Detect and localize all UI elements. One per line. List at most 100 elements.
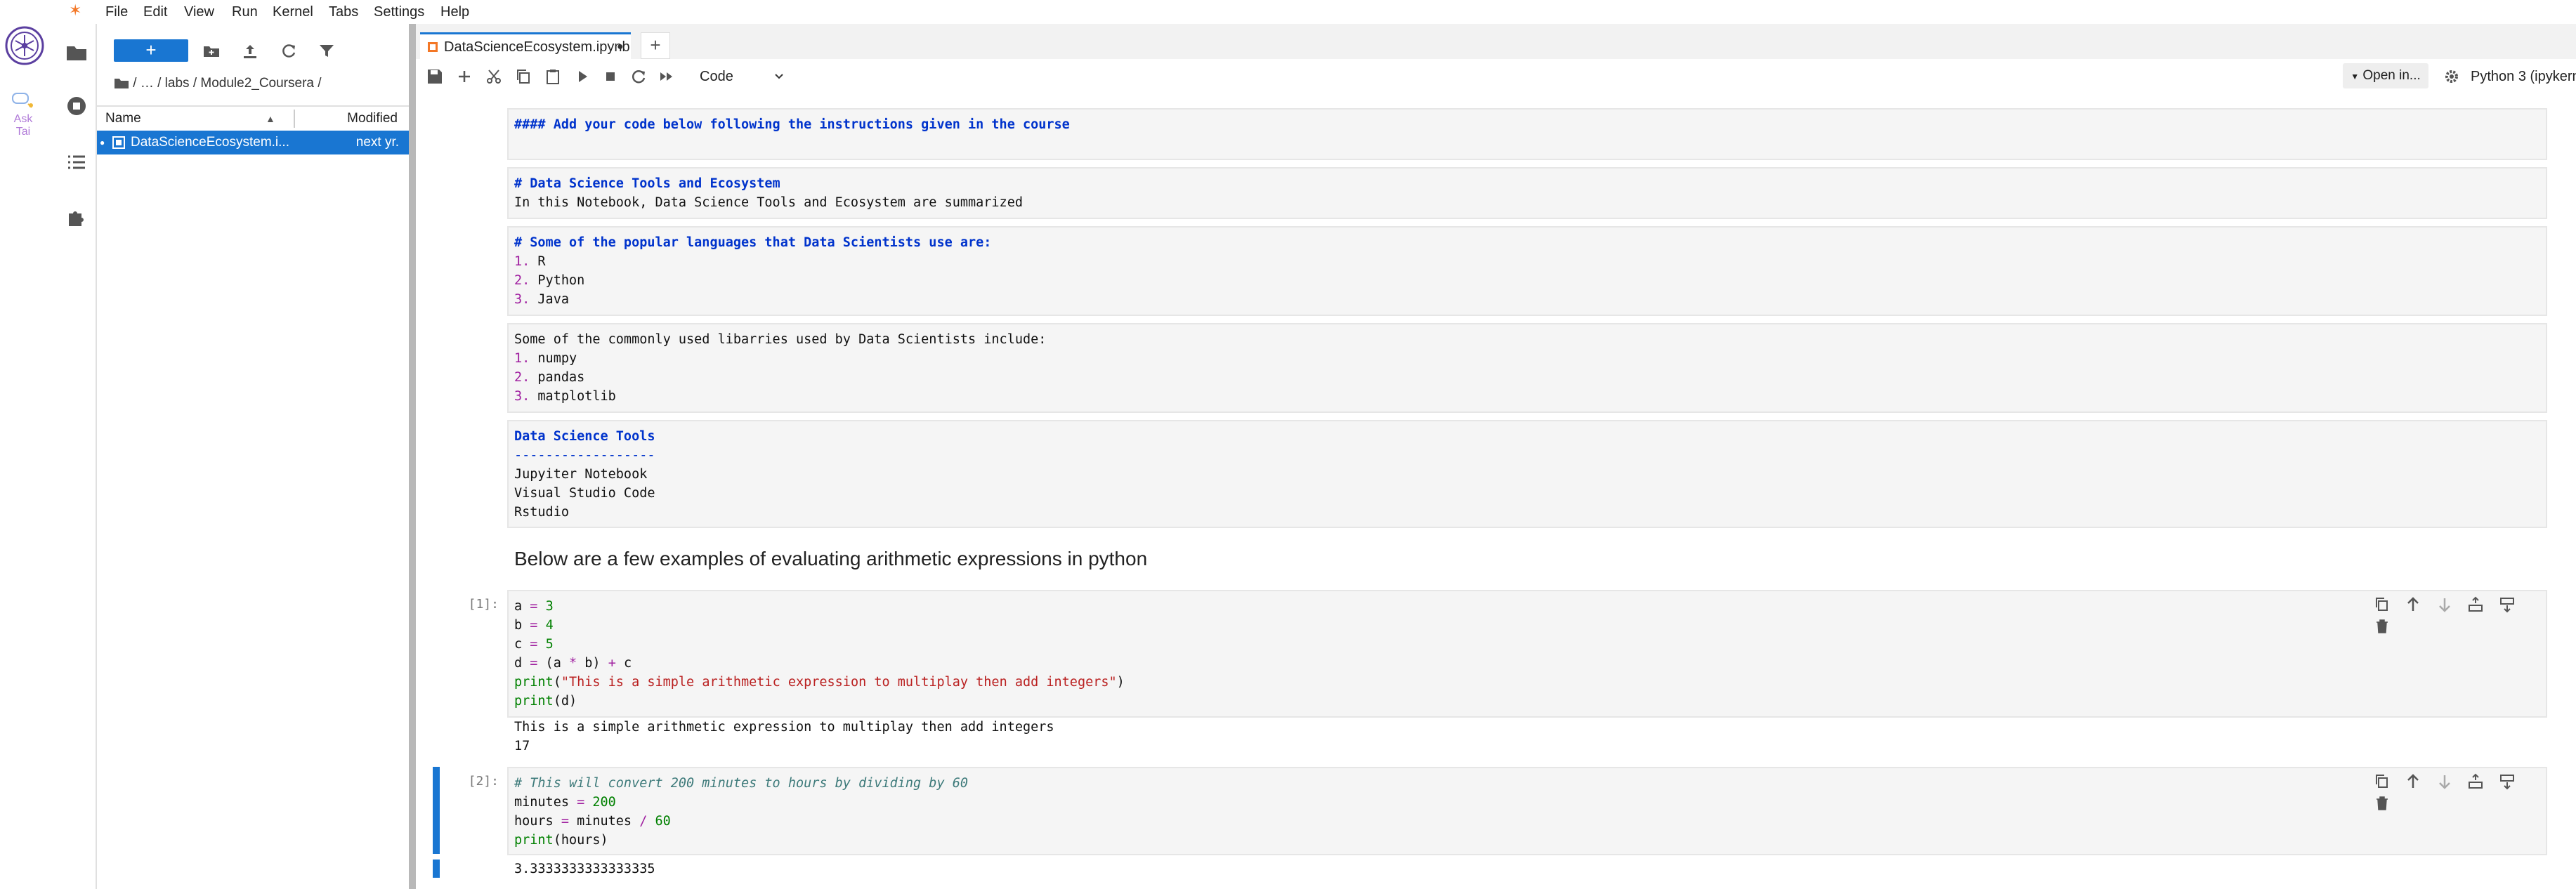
paste-icon[interactable] bbox=[544, 67, 562, 86]
file-browser: + / … / labs / Module2_Coursera / Name ▲… bbox=[97, 24, 409, 889]
ask-tai-button[interactable]: Ask Tai bbox=[6, 91, 41, 138]
cell-type-select[interactable]: Code bbox=[700, 66, 798, 87]
notebook-toolbar: Code ▼ Open in... Python 3 (ipykernel) bbox=[416, 59, 2576, 96]
folder-icon[interactable] bbox=[65, 41, 89, 65]
upload-icon[interactable] bbox=[241, 42, 259, 60]
markdown-heading: # Some of the popular languages that Dat… bbox=[514, 235, 992, 250]
cell-toolbar bbox=[2363, 595, 2539, 633]
move-up-icon[interactable] bbox=[2404, 595, 2422, 614]
insert-below-icon[interactable] bbox=[2498, 772, 2516, 791]
file-name: DataScienceEcosystem.i... bbox=[131, 135, 289, 150]
list-item: Jupyiter Notebook bbox=[514, 467, 648, 482]
markdown-heading: # Data Science Tools and Ecosystem bbox=[514, 176, 780, 191]
menu-settings[interactable]: Settings bbox=[374, 0, 424, 24]
move-down-icon[interactable] bbox=[2436, 772, 2454, 791]
tab-notebook[interactable]: DataScienceEcosystem.ipynb ● bbox=[420, 32, 631, 61]
folder-home-icon[interactable] bbox=[114, 77, 129, 89]
list-item: Visual Studio Code bbox=[514, 486, 655, 501]
stop-icon[interactable] bbox=[601, 67, 620, 86]
new-tab-button[interactable]: + bbox=[641, 32, 670, 59]
menu-run[interactable]: Run bbox=[232, 0, 258, 24]
list-item: matplotlib bbox=[537, 389, 616, 404]
run-icon[interactable] bbox=[573, 67, 591, 86]
menu-tabs[interactable]: Tabs bbox=[329, 0, 358, 24]
menu-help[interactable]: Help bbox=[440, 0, 469, 24]
cell-prompt: [1]: bbox=[468, 597, 499, 612]
menu-edit[interactable]: Edit bbox=[143, 0, 167, 24]
output-line: 3.3333333333333335 bbox=[514, 862, 655, 876]
gear-icon[interactable] bbox=[2444, 69, 2459, 84]
breadcrumb-ellipsis[interactable]: … bbox=[140, 76, 154, 91]
menu-view[interactable]: View bbox=[184, 0, 214, 24]
cell-output: 3.3333333333333335 bbox=[509, 860, 655, 878]
code-cell[interactable]: # This will convert 200 minutes to hours… bbox=[507, 767, 2547, 855]
open-in-label: Open in... bbox=[2362, 68, 2421, 83]
list-item: Python bbox=[537, 273, 585, 288]
markdown-cell[interactable]: # Some of the popular languages that Dat… bbox=[507, 226, 2547, 316]
save-icon[interactable] bbox=[426, 67, 444, 86]
sort-caret-icon[interactable]: ▲ bbox=[266, 107, 275, 131]
restart-icon[interactable] bbox=[629, 67, 648, 86]
open-in-button[interactable]: ▼ Open in... bbox=[2343, 63, 2428, 88]
chevron-down-icon bbox=[775, 74, 783, 79]
markdown-cell[interactable]: Some of the commonly used libarries used… bbox=[507, 323, 2547, 413]
insert-above-icon[interactable] bbox=[2466, 772, 2485, 791]
column-name-header[interactable]: Name bbox=[105, 107, 141, 131]
panel-splitter[interactable] bbox=[409, 24, 416, 889]
insert-below-icon[interactable] bbox=[2498, 595, 2516, 614]
insert-above-icon[interactable] bbox=[2466, 595, 2485, 614]
duplicate-cell-icon[interactable] bbox=[2373, 772, 2391, 791]
new-folder-icon[interactable] bbox=[202, 42, 221, 60]
delete-cell-icon[interactable] bbox=[2373, 794, 2391, 812]
column-modified-header[interactable]: Modified bbox=[347, 107, 398, 131]
markdown-heading: #### Add your code below following the i… bbox=[514, 117, 1070, 132]
left-sidebar-icons bbox=[58, 24, 97, 889]
notebook-panel[interactable]: #### Add your code below following the i… bbox=[416, 94, 2576, 889]
column-divider bbox=[294, 110, 295, 128]
active-output-indicator bbox=[433, 860, 440, 878]
filter-icon[interactable] bbox=[318, 42, 336, 60]
file-list-header: Name ▲ Modified bbox=[97, 105, 409, 132]
copy-icon[interactable] bbox=[514, 67, 532, 86]
menu-kernel[interactable]: Kernel bbox=[273, 0, 313, 24]
breadcrumb-path[interactable]: / labs / Module2_Coursera / bbox=[157, 76, 321, 91]
code-comment: # This will convert 200 minutes to hours… bbox=[514, 776, 969, 791]
markdown-cell[interactable]: # Data Science Tools and Ecosystem In th… bbox=[507, 167, 2547, 219]
menu-file[interactable]: File bbox=[105, 0, 128, 24]
activity-bar: Ask Tai bbox=[0, 0, 59, 889]
app-logo-icon bbox=[5, 26, 44, 65]
move-down-icon[interactable] bbox=[2436, 595, 2454, 614]
menu-bar: ✶ File Edit View Run Kernel Tabs Setting… bbox=[58, 0, 2576, 24]
refresh-icon[interactable] bbox=[280, 42, 298, 60]
list-item: numpy bbox=[537, 351, 577, 366]
running-indicator-icon: ● bbox=[100, 138, 105, 147]
chat-icon bbox=[12, 93, 33, 108]
fast-forward-icon[interactable] bbox=[658, 67, 676, 86]
file-list-item[interactable]: ● DataScienceEcosystem.i... next yr. bbox=[97, 131, 409, 154]
jupyter-logo-icon: ✶ bbox=[69, 1, 82, 19]
markdown-text: Some of the commonly used libarries used… bbox=[514, 332, 1047, 347]
active-cell-indicator bbox=[433, 767, 440, 854]
move-up-icon[interactable] bbox=[2404, 772, 2422, 791]
tab-title: DataScienceEcosystem.ipynb bbox=[444, 39, 630, 55]
caret-down-icon: ▼ bbox=[2351, 72, 2360, 81]
delete-cell-icon[interactable] bbox=[2373, 617, 2391, 636]
table-of-contents-icon[interactable] bbox=[65, 150, 89, 174]
extensions-icon[interactable] bbox=[65, 205, 89, 229]
code-cell[interactable]: a = 3 b = 4 c = 5 d = (a * b) + c print(… bbox=[507, 590, 2547, 718]
duplicate-cell-icon[interactable] bbox=[2373, 595, 2391, 614]
list-item: Java bbox=[537, 292, 569, 307]
markdown-cell[interactable]: #### Add your code below following the i… bbox=[507, 108, 2547, 160]
unsaved-dot-icon[interactable]: ● bbox=[617, 34, 624, 60]
cell-toolbar bbox=[2363, 772, 2539, 810]
document-tab-bar: DataScienceEcosystem.ipynb ● + bbox=[416, 24, 2576, 61]
cut-icon[interactable] bbox=[485, 67, 503, 86]
markdown-cell[interactable]: Data Science Tools ------------------ Ju… bbox=[507, 420, 2547, 528]
running-kernels-icon[interactable] bbox=[65, 94, 89, 118]
breadcrumb: / … / labs / Module2_Coursera / bbox=[114, 76, 322, 91]
kernel-name[interactable]: Python 3 (ipykernel) bbox=[2471, 59, 2576, 94]
add-cell-icon[interactable] bbox=[455, 67, 473, 86]
rendered-markdown-text[interactable]: Below are a few examples of evaluating a… bbox=[514, 548, 1147, 570]
new-launcher-button[interactable]: + bbox=[114, 39, 188, 62]
notebook-file-icon bbox=[112, 136, 125, 149]
